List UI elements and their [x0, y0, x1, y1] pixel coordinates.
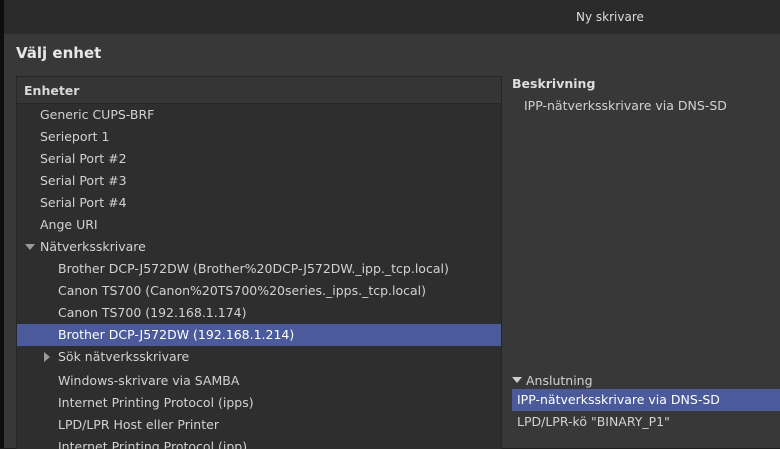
device-list[interactable]: Enheter Generic CUPS-BRF Serieport 1 Ser…: [16, 76, 502, 449]
list-item-label: Brother DCP-J572DW (Brother%20DCP-J572DW…: [58, 261, 449, 276]
device-item-generic-cups-brf[interactable]: Generic CUPS-BRF: [17, 104, 501, 126]
list-item-label: Serial Port #4: [40, 195, 127, 210]
device-group-search-network[interactable]: Sök nätverksskrivare: [17, 346, 501, 368]
connection-item-ipp-dnssd[interactable]: IPP-nätverksskrivare via DNS-SD: [512, 389, 780, 411]
connection-expander[interactable]: Anslutning: [512, 373, 593, 388]
device-item-samba[interactable]: Windows-skrivare via SAMBA: [17, 370, 501, 392]
connection-label: Anslutning: [526, 373, 593, 388]
list-item-label: LPD/LPR-kö "BINARY_P1": [517, 414, 670, 429]
description-value: IPP-nätverksskrivare via DNS-SD: [524, 98, 727, 113]
device-rows: Generic CUPS-BRF Serieport 1 Serial Port…: [17, 104, 501, 449]
new-printer-dialog: Ny skrivare Välj enhet Enheter Generic C…: [4, 0, 780, 449]
device-item-canon-ip[interactable]: Canon TS700 (192.168.1.174): [17, 302, 501, 324]
list-item-label: Canon TS700 (192.168.1.174): [58, 305, 247, 320]
list-item-label: Canon TS700 (Canon%20TS700%20series._ipp…: [58, 283, 427, 298]
list-item-label: Serial Port #2: [40, 151, 127, 166]
list-item-label: Windows-skrivare via SAMBA: [58, 373, 240, 388]
device-item-serial-port-3[interactable]: Serial Port #3: [17, 170, 501, 192]
triangle-down-icon: [512, 377, 522, 383]
device-item-ipps[interactable]: Internet Printing Protocol (ipps): [17, 392, 501, 414]
list-item-label: Ange URI: [40, 217, 98, 232]
page-heading: Välj enhet: [16, 44, 102, 62]
device-item-brother-ip[interactable]: Brother DCP-J572DW (192.168.1.214): [17, 324, 501, 346]
list-item-label: Internet Printing Protocol (ipps): [58, 395, 254, 410]
device-item-serieport-1[interactable]: Serieport 1: [17, 126, 501, 148]
titlebar[interactable]: Ny skrivare: [4, 0, 780, 34]
list-item-label: Nätverksskrivare: [40, 239, 146, 254]
triangle-down-icon[interactable]: [25, 244, 35, 250]
window-title: Ny skrivare: [576, 10, 644, 24]
device-item-serial-port-2[interactable]: Serial Port #2: [17, 148, 501, 170]
list-item-label: Generic CUPS-BRF: [40, 107, 155, 122]
list-item-label: Serieport 1: [40, 129, 110, 144]
list-item-label: Sök nätverksskrivare: [58, 349, 190, 364]
device-item-lpd[interactable]: LPD/LPR Host eller Printer: [17, 414, 501, 436]
description-label: Beskrivning: [512, 76, 596, 91]
device-group-network-printers[interactable]: Nätverksskrivare: [17, 236, 501, 258]
device-item-serial-port-4[interactable]: Serial Port #4: [17, 192, 501, 214]
device-list-header[interactable]: Enheter: [17, 77, 501, 104]
device-item-brother-dnssd[interactable]: Brother DCP-J572DW (Brother%20DCP-J572DW…: [17, 258, 501, 280]
device-item-ange-uri[interactable]: Ange URI: [17, 214, 501, 236]
connection-list[interactable]: IPP-nätverksskrivare via DNS-SD LPD/LPR-…: [512, 389, 780, 433]
device-item-canon-dnssd[interactable]: Canon TS700 (Canon%20TS700%20series._ipp…: [17, 280, 501, 302]
list-item-label: LPD/LPR Host eller Printer: [58, 417, 219, 432]
list-item-label: Brother DCP-J572DW (192.168.1.214): [58, 327, 295, 342]
list-item-label: IPP-nätverksskrivare via DNS-SD: [517, 392, 720, 407]
device-item-ipp[interactable]: Internet Printing Protocol (ipp): [17, 436, 501, 449]
triangle-right-icon[interactable]: [44, 352, 50, 362]
details-panel: Beskrivning IPP-nätverksskrivare via DNS…: [512, 76, 780, 448]
connection-item-lpd-queue[interactable]: LPD/LPR-kö "BINARY_P1": [512, 411, 780, 433]
list-item-label: Serial Port #3: [40, 173, 127, 188]
